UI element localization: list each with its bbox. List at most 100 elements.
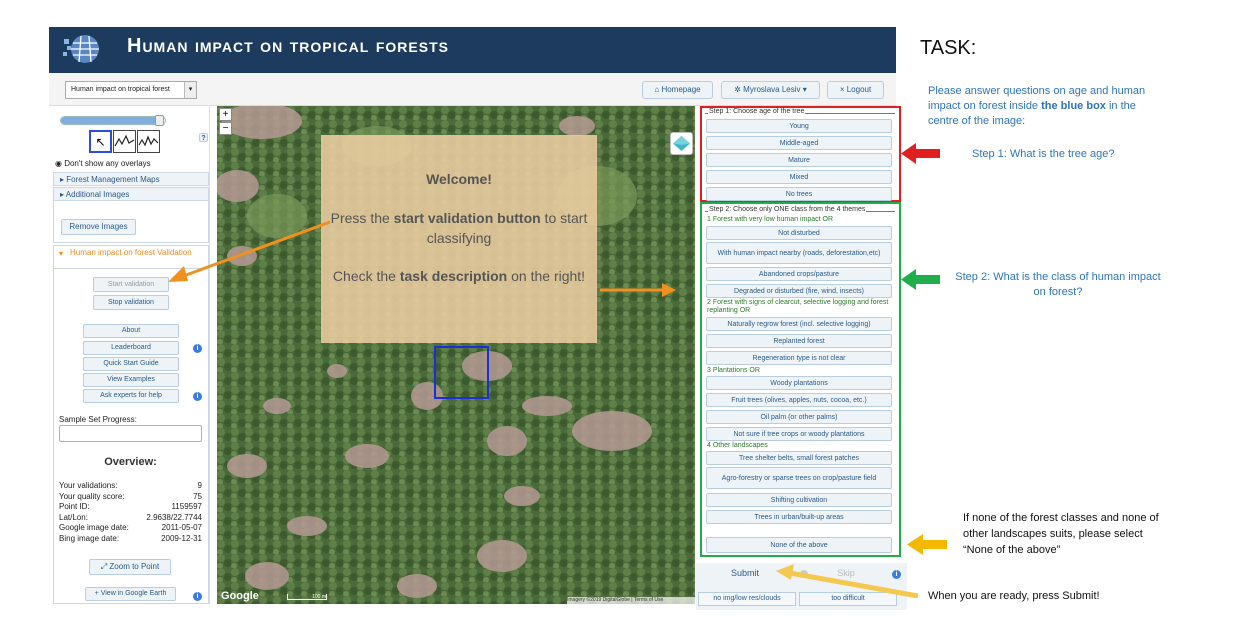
no-overlays-radio[interactable]: ◉ Don't show any overlays [55,159,151,168]
impact-option-button[interactable]: Replanted forest [706,334,892,348]
submit-button[interactable]: Submit [697,565,793,581]
overview-label: Bing image date: [59,533,120,543]
overview-value: 2.9638/22.7744 [146,512,202,522]
opacity-slider[interactable] [60,115,166,126]
scale-bar: 100 m [287,594,327,600]
profile-chart-icon [138,135,159,147]
overview-label: Your validations: [59,481,118,490]
gear-icon: ✲ [734,85,744,94]
overview-label: Your quality score: [59,491,125,501]
ask-experts-button[interactable]: Ask experts for help [83,389,179,403]
scale-label: 100 m [312,594,326,600]
overview-label: Google image date: [59,523,129,532]
imagery-attribution: Imagery ©2019 DigitalGlobe | Terms of Us… [567,597,695,604]
slider-handle[interactable] [155,115,164,126]
info-icon[interactable]: i [193,592,202,601]
google-logo: Google [221,590,259,602]
theme-label: 1 Forest with very low human impact OR [707,216,834,223]
impact-option-button[interactable]: Trees in urban/built-up areas [706,510,892,524]
impact-option-button[interactable]: Regeneration type is not clear [706,351,892,365]
status-dot-icon [800,570,808,578]
satellite-map[interactable]: + − Welcome! Press the start validation … [217,106,695,604]
impact-option-button[interactable]: None of the above [706,537,892,553]
no-overlays-label: Don't show any overlays [64,159,151,168]
impact-option-button[interactable]: Fruit trees (olives, apples, nuts, cocoa… [706,393,892,407]
globe-logo-icon [63,35,99,63]
task-submit-note: When you are ready, press Submit! [928,590,1100,602]
impact-option-button[interactable]: Agro-forestry or sparse trees on crop/pa… [706,467,892,489]
info-icon[interactable]: i [193,344,202,353]
overview-label: Lat/Lon: [59,512,88,522]
impact-option-button[interactable]: Not sure if tree crops or woody plantati… [706,427,892,441]
impact-option-button[interactable]: Not disturbed [706,226,892,240]
chevron-down-icon: ▾ [800,85,807,94]
user-menu-button[interactable]: ✲ Myroslava Lesiv ▾ [721,81,820,99]
overview-value: 2011-05-07 [161,523,202,532]
project-select[interactable]: Human impact on tropical forest ▾ [65,81,197,99]
layers-button[interactable] [670,132,693,155]
skip-button[interactable]: Skip [810,565,882,581]
age-option-button[interactable]: No trees [706,187,892,201]
profile-tool-2-button[interactable] [137,130,160,153]
impact-option-button[interactable]: Degraded or disturbed (fire, wind, insec… [706,284,892,298]
view-examples-button[interactable]: View Examples [83,373,179,387]
age-option-button[interactable]: Young [706,119,892,133]
forest-management-maps-accordion[interactable]: ▸ Forest Management Maps [53,172,209,186]
welcome-overlay: Welcome! Press the start validation butt… [321,135,597,343]
leaderboard-button[interactable]: Leaderboard [83,341,179,355]
age-option-button[interactable]: Mixed [706,170,892,184]
zoom-label: Zoom to Point [109,562,160,571]
step1-title: Step 1: Choose age of the tree [708,108,806,115]
welcome-emphasis: task description [399,268,508,284]
impact-option-button[interactable]: Woody plantations [706,376,892,390]
overview-row: Google image date: 2011-05-07 [59,523,202,533]
start-validation-button[interactable]: Start validation [93,277,169,292]
validation-section-header[interactable]: ▾ Human impact on forest Validation [53,245,209,269]
task-none-note: If none of the forest classes and none o… [963,512,1159,556]
welcome-line-1: Press the start validation button to sta… [329,208,589,248]
task-title: TASK: [920,37,977,59]
additional-images-accordion[interactable]: ▸ Additional Images [53,187,209,201]
impact-option-button[interactable]: With human impact nearby (roads, defores… [706,242,892,264]
welcome-emphasis: start validation button [393,210,541,226]
area-of-interest-box [434,346,489,399]
task-step1: Step 1: What is the tree age? [972,148,1115,160]
impact-option-button[interactable]: Tree shelter belts, small forest patches [706,451,892,465]
about-button[interactable]: About [83,324,179,338]
age-option-button[interactable]: Middle-aged [706,136,892,150]
view-google-earth-button[interactable]: + View in Google Earth [85,587,176,601]
zoom-out-button[interactable]: − [219,122,232,135]
app-header: Human impact on tropical forests [49,27,896,73]
impact-option-button[interactable]: Naturally regrow forest (incl. selective… [706,317,892,331]
impact-option-button[interactable]: Abandoned crops/pasture [706,267,892,281]
logout-button[interactable]: × Logout [827,81,884,99]
overview-row: Your quality score: 75 [59,492,202,502]
too-difficult-button[interactable]: too difficult [799,592,897,606]
welcome-line-2: Check the task description on the right! [329,266,589,286]
select-tool-button[interactable]: ↖ [89,130,112,153]
no-img-button[interactable]: no img/low res/clouds [698,592,796,606]
remove-images-button[interactable]: Remove Images [61,219,136,235]
impact-option-button[interactable]: Oil palm (or other palms) [706,410,892,424]
overview-value: 1159597 [171,502,202,511]
info-icon[interactable]: i [892,570,901,579]
zoom-to-point-button[interactable]: ⤢ Zoom to Point [89,559,171,575]
overview-title: Overview: [104,456,157,468]
welcome-text: on the right! [507,268,586,284]
quick-start-button[interactable]: Quick Start Guide [83,357,179,371]
google-earth-label: View in Google Earth [100,590,167,597]
section-title: Human impact on forest Validation [70,248,192,257]
homepage-button[interactable]: ⌂ Homepage [642,81,713,99]
task-emphasis: the blue box [1041,100,1106,112]
help-icon[interactable]: ? [199,133,208,142]
homepage-label: Homepage [661,85,701,94]
profile-tool-button[interactable] [113,130,136,153]
impact-option-button[interactable]: Shifting cultivation [706,493,892,507]
zoom-in-button[interactable]: + [219,108,232,121]
stop-validation-button[interactable]: Stop validation [93,295,169,310]
accordion-label: Additional Images [65,190,130,199]
info-icon[interactable]: i [193,392,202,401]
age-option-button[interactable]: Mature [706,153,892,167]
task-step2: Step 2: What is the class of human impac… [955,271,1161,298]
app-title: Human impact on tropical forests [127,35,449,57]
